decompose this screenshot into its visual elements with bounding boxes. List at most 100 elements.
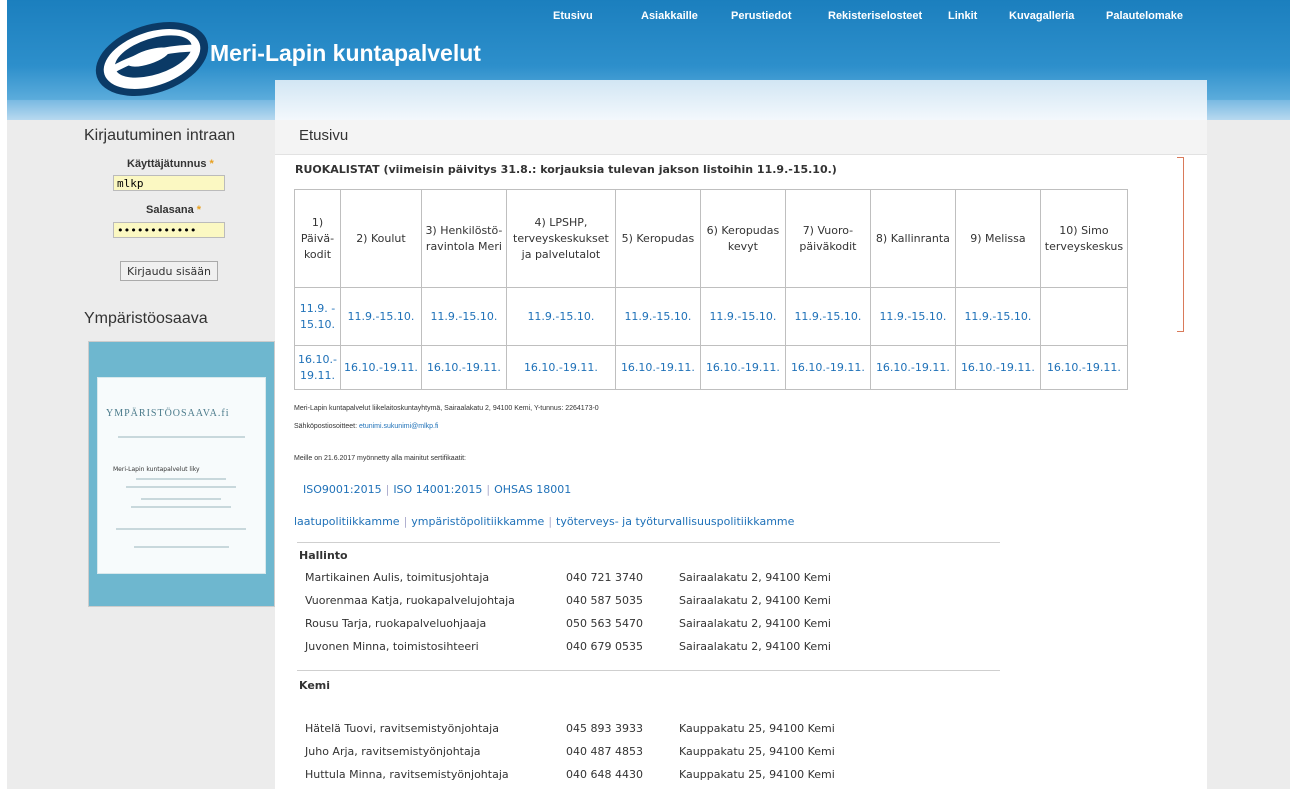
menu-link[interactable]: 11.9.-15.10.	[964, 310, 1031, 323]
contact-address: Sairaalakatu 2, 94100 Kemi	[679, 640, 831, 653]
certificate-text-line	[134, 546, 229, 548]
separator: |	[548, 515, 553, 528]
column-header: 3) Henkilöstö-ravintola Meri	[420, 189, 507, 288]
menu-link[interactable]: 11.9.-15.10.	[624, 310, 691, 323]
table-cell: 16.10.-19.11.	[339, 345, 422, 390]
table-cell: 16.10.- 19.11.	[294, 345, 341, 390]
username-input[interactable]	[113, 175, 225, 191]
nav-linkit[interactable]: Linkit	[948, 10, 977, 22]
column-header: 5) Keropudas	[614, 189, 701, 288]
menu-link[interactable]: 16.10.-19.11.	[706, 361, 780, 374]
table-cell: 11.9.-15.10.	[869, 287, 956, 346]
menu-link[interactable]: 16.10.-19.11.	[344, 361, 418, 374]
table-cell: 11.9.-15.10.	[420, 287, 507, 346]
table-cell: 16.10.-19.11.	[420, 345, 507, 390]
separator: |	[403, 515, 408, 528]
nav-asiakkaille[interactable]: Asiakkaille	[641, 10, 698, 22]
table-cell: 11.9. - 15.10.	[294, 287, 341, 346]
menu-link[interactable]: 16.10.-19.11.	[791, 361, 865, 374]
table-row: 11.9. - 15.10. 11.9.-15.10. 11.9.-15.10.…	[294, 287, 1128, 346]
certificate-links: ISO9001:2015 | ISO 14001:2015 | OHSAS 18001	[303, 483, 571, 496]
column-header: 8) Kallinranta	[869, 189, 956, 288]
contact-phone: 040 587 5035	[566, 594, 643, 607]
menu-link[interactable]: 16.10.- 19.11.	[298, 353, 337, 382]
menu-link[interactable]: 16.10.-19.11.	[1047, 361, 1121, 374]
certificate-logo: YMPÄRISTÖOSAAVA.fi	[106, 408, 230, 419]
certificate-text-line	[136, 478, 226, 480]
separator: |	[486, 483, 491, 496]
nav-etusivu[interactable]: Etusivu	[553, 10, 593, 22]
separator: |	[385, 483, 390, 496]
table-cell: 11.9.-15.10.	[784, 287, 871, 346]
login-button[interactable]: Kirjaudu sisään	[120, 261, 218, 281]
contact-name: Martikainen Aulis, toimitusjohtaja	[305, 571, 490, 584]
menu-link[interactable]: 16.10.-19.11.	[621, 361, 695, 374]
menu-link[interactable]: 16.10.-19.11.	[427, 361, 501, 374]
nav-palautelomake[interactable]: Palautelomake	[1106, 10, 1183, 22]
contact-name: Vuorenmaa Katja, ruokapalvelujohtaja	[305, 594, 515, 607]
email-label: Sähköpostiosoitteet:	[294, 423, 358, 430]
menu-link[interactable]: 11.9.-15.10.	[879, 310, 946, 323]
menu-link[interactable]: 11.9. - 15.10.	[300, 302, 335, 331]
site-title[interactable]: Meri-Lapin kuntapalvelut	[210, 40, 481, 67]
contact-phone: 050 563 5470	[566, 617, 643, 630]
table-cell: 11.9.-15.10.	[339, 287, 422, 346]
column-header: 2) Koulut	[339, 189, 422, 288]
table-cell: 16.10.-19.11.	[505, 345, 616, 390]
menu-link[interactable]: 16.10.-19.11.	[524, 361, 598, 374]
required-marker: *	[196, 204, 202, 216]
table-cell: 16.10.-19.11.	[1039, 345, 1128, 390]
username-label: Käyttäjätunnus *	[127, 158, 214, 170]
column-header: 1) Päivä-kodit	[294, 189, 341, 288]
table-cell: 16.10.-19.11.	[699, 345, 786, 390]
menu-link[interactable]: 11.9.-15.10.	[709, 310, 776, 323]
cert-link-iso14001[interactable]: ISO 14001:2015	[393, 483, 482, 496]
highlight-bracket-bottom	[1177, 331, 1183, 332]
table-cell: 16.10.-19.11.	[614, 345, 701, 390]
contact-phone: 040 648 4430	[566, 768, 643, 781]
section-title-hallinto: Hallinto	[299, 549, 348, 562]
nav-rekisteriselosteet[interactable]: Rekisteriselosteet	[828, 10, 922, 22]
table-cell: 11.9.-15.10.	[614, 287, 701, 346]
contact-address: Kauppakatu 25, 94100 Kemi	[679, 768, 835, 781]
policy-links: laatupolitiikkamme | ympäristöpolitiikkamm…	[294, 515, 794, 528]
menu-link[interactable]: 16.10.-19.11.	[876, 361, 950, 374]
contact-address: Kauppakatu 25, 94100 Kemi	[679, 722, 835, 735]
contact-name: Juvonen Minna, toimistosihteeri	[305, 640, 479, 653]
org-info: Meri-Lapin kuntapalvelut liikelaitoskunt…	[294, 405, 599, 412]
divider	[297, 670, 1000, 671]
email-link[interactable]: etunimi.sukunimi@mlkp.fi	[359, 423, 438, 430]
cert-link-ohsas[interactable]: OHSAS 18001	[494, 483, 571, 496]
certificate-paper: YMPÄRISTÖOSAAVA.fi Meri-Lapin kuntapalve…	[97, 377, 266, 574]
heading-bar	[275, 120, 1207, 155]
menu-heading: RUOKALISTAT (viimeisin päivitys 31.8.: k…	[295, 163, 837, 176]
contact-phone: 040 487 4853	[566, 745, 643, 758]
menu-link[interactable]: 11.9.-15.10.	[347, 310, 414, 323]
password-input[interactable]	[113, 222, 225, 238]
policy-link-safety[interactable]: työterveys- ja työturvallisuuspolitiikka…	[556, 515, 794, 528]
email-line: Sähköpostiosoitteet: etunimi.sukunimi@ml…	[294, 423, 438, 430]
menu-link[interactable]: 16.10.-19.11.	[961, 361, 1035, 374]
table-cell	[1039, 287, 1128, 346]
policy-link-quality[interactable]: laatupolitiikkamme	[294, 515, 400, 528]
nav-kuvagalleria[interactable]: Kuvagalleria	[1009, 10, 1074, 22]
nav-perustiedot[interactable]: Perustiedot	[731, 10, 792, 22]
contact-address: Sairaalakatu 2, 94100 Kemi	[679, 594, 831, 607]
contact-address: Sairaalakatu 2, 94100 Kemi	[679, 617, 831, 630]
certificate-image[interactable]: YMPÄRISTÖOSAAVA.fi Meri-Lapin kuntapalve…	[88, 341, 275, 607]
column-header: 10) Simo terveyskeskus	[1039, 189, 1128, 288]
menu-link[interactable]: 11.9.-15.10.	[794, 310, 861, 323]
password-label: Salasana *	[146, 204, 202, 216]
column-header: 4) LPSHP, terveyskeskukset ja palvelutal…	[505, 189, 616, 288]
contact-name: Hätelä Tuovi, ravitsemistyönjohtaja	[305, 722, 499, 735]
column-header: 7) Vuoro-päiväkodit	[784, 189, 871, 288]
site-logo-icon[interactable]	[87, 18, 217, 100]
table-cell: 11.9.-15.10.	[505, 287, 616, 346]
divider	[297, 542, 1000, 543]
policy-link-environment[interactable]: ympäristöpolitiikkamme	[411, 515, 544, 528]
contact-name: Huttula Minna, ravitsemistyönjohtaja	[305, 768, 509, 781]
menu-link[interactable]: 11.9.-15.10.	[430, 310, 497, 323]
cert-link-iso9001[interactable]: ISO9001:2015	[303, 483, 382, 496]
menu-link[interactable]: 11.9.-15.10.	[527, 310, 594, 323]
table-cell: 16.10.-19.11.	[869, 345, 956, 390]
